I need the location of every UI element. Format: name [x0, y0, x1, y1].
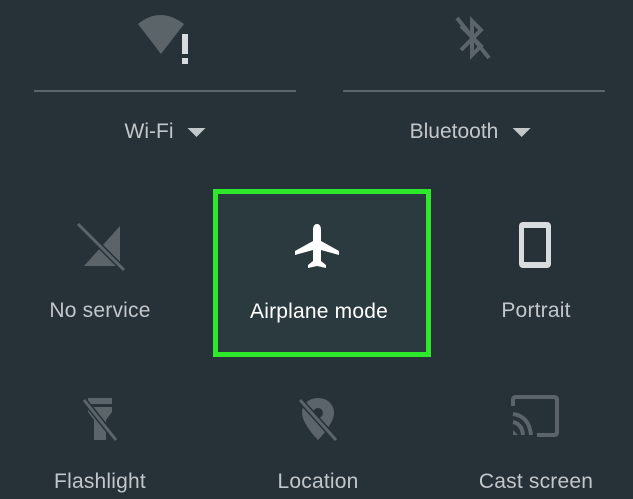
flashlight-label: Flashlight: [54, 470, 146, 493]
bluetooth-label: Bluetooth: [409, 120, 499, 143]
wifi-alert-icon: [138, 15, 188, 64]
cast-screen-label: Cast screen: [478, 470, 594, 493]
chevron-down-icon: [187, 127, 206, 137]
airplane-icon: [295, 224, 339, 268]
wifi-dropdown[interactable]: Wi-Fi: [125, 120, 206, 144]
cast-icon: [511, 395, 559, 437]
wifi-divider: [34, 90, 296, 92]
phone-portrait-icon: [519, 222, 551, 268]
airplane-mode-tile[interactable]: [213, 189, 431, 357]
bluetooth-divider: [343, 90, 605, 92]
flashlight-off-icon: [81, 398, 119, 442]
portrait-label: Portrait: [501, 299, 571, 322]
chevron-down-icon: [512, 127, 531, 137]
airplane-mode-label: Airplane mode: [249, 300, 389, 323]
bluetooth-off-icon: [455, 16, 491, 60]
wifi-label: Wi-Fi: [124, 120, 174, 143]
location-off-icon: [297, 397, 339, 443]
bluetooth-dropdown[interactable]: Bluetooth: [410, 120, 531, 144]
no-service-label: No service: [49, 299, 151, 322]
signal-off-icon: [76, 221, 126, 272]
location-label: Location: [277, 470, 359, 493]
